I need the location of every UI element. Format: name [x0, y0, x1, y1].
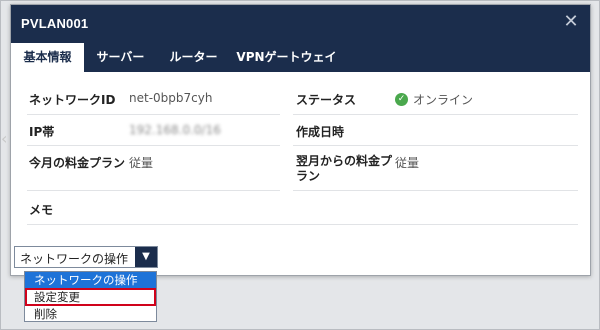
- ip-range-value: 192.168.0.0/16: [129, 123, 221, 137]
- close-icon[interactable]: ✕: [560, 11, 582, 33]
- network-operation-selected: ネットワークの操作: [20, 252, 129, 266]
- network-detail-dialog: PVLAN001 ✕ 基本情報 サーバー ルーター VPNゲートウェイ ネットワ…: [10, 4, 591, 276]
- network-operation-select[interactable]: ネットワークの操作 ▼: [14, 246, 158, 268]
- menu-item-network-operation[interactable]: ネットワークの操作: [25, 272, 156, 289]
- chevron-down-icon[interactable]: ▼: [135, 247, 157, 267]
- ip-range-label: IP帯: [29, 125, 55, 139]
- status-value: オンライン: [413, 93, 474, 107]
- tab-routers[interactable]: ルーター: [157, 43, 230, 72]
- divider: [27, 145, 280, 146]
- annotation-highlight-box: [25, 288, 156, 306]
- divider: [27, 190, 280, 191]
- divider: [293, 145, 578, 146]
- divider: [293, 114, 578, 115]
- current-plan-label: 今月の料金プラン: [29, 156, 126, 170]
- network-id-label: ネットワークID: [29, 93, 116, 107]
- next-plan-label: 翌月からの料金プ ラン: [296, 154, 393, 183]
- tab-vpn-gateway[interactable]: VPNゲートウェイ: [230, 43, 343, 72]
- tab-basic-info[interactable]: 基本情報: [11, 43, 84, 72]
- divider: [27, 224, 578, 225]
- next-plan-value: 従量: [395, 156, 420, 170]
- tab-servers[interactable]: サーバー: [84, 43, 157, 72]
- menu-item-delete[interactable]: 削除: [25, 306, 156, 323]
- tab-bar: 基本情報 サーバー ルーター VPNゲートウェイ: [11, 43, 590, 72]
- divider: [293, 190, 578, 191]
- current-plan-value: 従量: [129, 156, 154, 170]
- status-label: ステータス: [296, 93, 357, 107]
- created-at-label: 作成日時: [296, 125, 345, 139]
- memo-label: メモ: [29, 203, 54, 217]
- divider: [27, 114, 280, 115]
- dialog-header: PVLAN001 ✕: [11, 5, 590, 43]
- check-circle-icon: ✓: [395, 93, 408, 106]
- network-id-value: net-0bpb7cyh: [129, 91, 213, 105]
- dialog-title: PVLAN001: [21, 16, 89, 31]
